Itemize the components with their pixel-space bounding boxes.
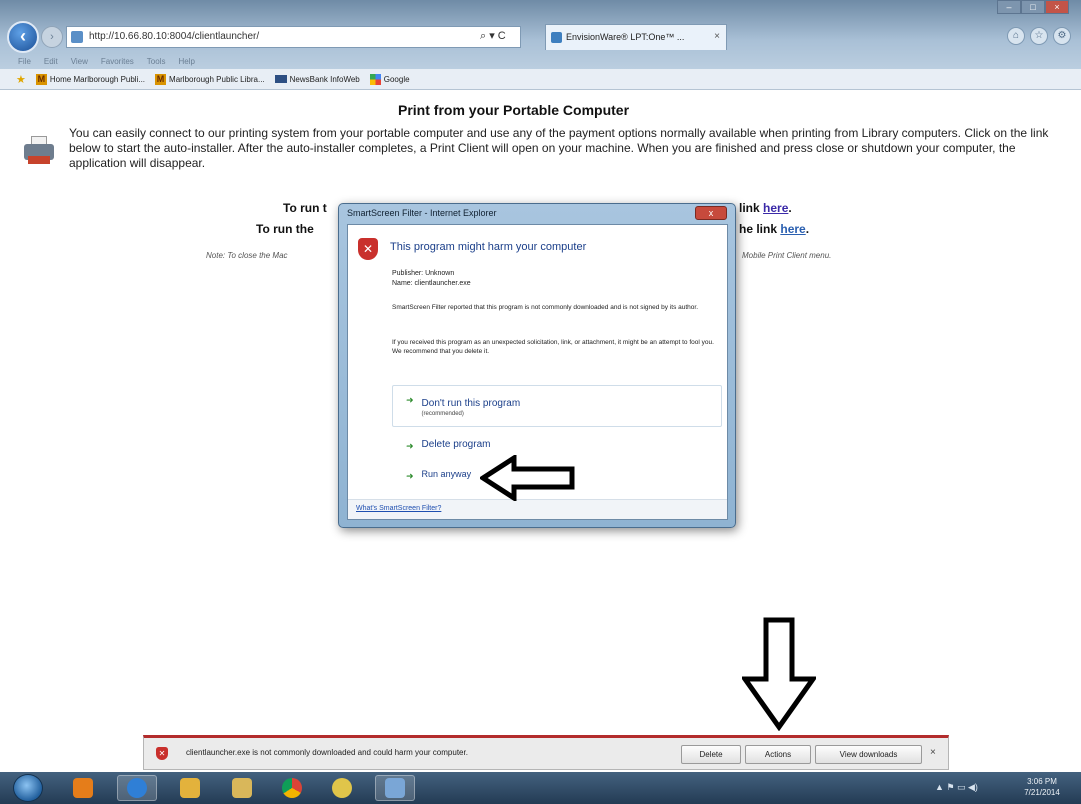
clock-time: 3:06 PM xyxy=(1027,777,1057,786)
dialog-footer: What's SmartScreen Filter? xyxy=(348,499,727,519)
tab-close-icon[interactable]: × xyxy=(714,25,720,49)
taskbar: ▲ ⚑ ▭ ◀) 3:06 PM 7/21/2014 xyxy=(0,772,1081,804)
back-button[interactable]: ‹ xyxy=(7,21,39,53)
internet-explorer-icon[interactable] xyxy=(117,775,157,801)
program-name-text: Name: clientlauncher.exe xyxy=(392,280,471,287)
m-logo-icon: M xyxy=(155,73,167,85)
recommended-label: (recommended) xyxy=(421,411,464,417)
browser-tab[interactable]: EnvisionWare® LPT:One™ ... × xyxy=(545,24,727,50)
home-icon[interactable]: ⌂ xyxy=(1007,27,1025,45)
dialog-title: SmartScreen Filter - Internet Explorer xyxy=(347,208,497,218)
green-arrow-icon: ➜ xyxy=(406,471,414,481)
minimize-button[interactable]: – xyxy=(997,0,1021,14)
outlook-icon[interactable] xyxy=(170,775,210,801)
dont-run-option[interactable]: ➜ Don't run this program (recommended) xyxy=(406,393,520,417)
browser-toolbar-icons: ⌂ ☆ ⚙ xyxy=(1007,27,1071,45)
notification-text: clientlauncher.exe is not commonly downl… xyxy=(186,748,468,757)
maximize-button[interactable]: □ xyxy=(1021,0,1045,14)
favorites-bar: ★ M Home Marlborough Publi... M Marlboro… xyxy=(0,69,1081,90)
gear-icon[interactable]: ⚙ xyxy=(1053,27,1071,45)
dialog-close-button[interactable]: x xyxy=(695,206,727,220)
menu-bar: File Edit View Favorites Tools Help xyxy=(0,54,1081,69)
media-player-icon[interactable] xyxy=(63,775,103,801)
browser-chrome: – □ × ‹ › http://10.66.80.10:8004/client… xyxy=(0,0,1081,90)
whats-smartscreen-link[interactable]: What's SmartScreen Filter? xyxy=(356,505,441,512)
run-instruction-2-end: he link here. xyxy=(739,222,810,236)
menu-view[interactable]: View xyxy=(71,54,88,69)
favorite-link[interactable]: NewsBank InfoWeb xyxy=(274,74,360,84)
favorite-label: Marlborough Public Libra... xyxy=(169,74,265,84)
menu-file[interactable]: File xyxy=(18,54,31,69)
publisher-text: Publisher: Unknown xyxy=(392,270,455,277)
newsbank-icon xyxy=(274,75,287,83)
tab-favicon-icon xyxy=(551,32,562,43)
favorite-link[interactable]: M Marlborough Public Libra... xyxy=(155,73,265,85)
delete-program-label: Delete program xyxy=(421,439,491,450)
start-button[interactable] xyxy=(13,774,43,802)
dont-run-label: Don't run this program xyxy=(421,398,521,409)
annotation-arrow-down-icon xyxy=(742,617,816,731)
printer-icon xyxy=(24,136,54,164)
favorite-label: Google xyxy=(383,74,410,84)
delete-program-option[interactable]: ➜ Delete program xyxy=(406,439,490,452)
menu-help[interactable]: Help xyxy=(178,54,194,69)
download-notification-bar: ✕ clientlauncher.exe is not commonly dow… xyxy=(143,735,949,770)
annotation-arrow-left-icon xyxy=(480,455,575,501)
here-link-1[interactable]: here xyxy=(763,201,788,215)
tab-title: EnvisionWare® LPT:One™ ... xyxy=(566,32,685,42)
favorite-link[interactable]: Google xyxy=(369,73,410,85)
run-anyway-label: Run anyway xyxy=(421,469,472,479)
actions-button[interactable]: Actions xyxy=(745,745,811,764)
note-text-left: Note: To close the Mac xyxy=(206,251,288,260)
address-text: http://10.66.80.10:8004/clientlauncher/ xyxy=(89,31,260,42)
run-instruction-1-end: link here. xyxy=(739,201,792,215)
window-close-button[interactable]: × xyxy=(1045,0,1069,14)
file-explorer-icon[interactable] xyxy=(222,775,262,801)
menu-tools[interactable]: Tools xyxy=(147,54,166,69)
chrome-icon[interactable] xyxy=(272,775,312,801)
favorites-star-icon[interactable]: ★ xyxy=(16,73,26,86)
menu-favorites[interactable]: Favorites xyxy=(101,54,134,69)
dialog-paragraph-2: If you received this program as an unexp… xyxy=(392,339,714,355)
menu-edit[interactable]: Edit xyxy=(44,54,58,69)
system-tray[interactable]: ▲ ⚑ ▭ ◀) xyxy=(935,782,978,793)
favorite-link[interactable]: M Home Marlborough Publi... xyxy=(35,73,146,85)
page-icon xyxy=(71,31,83,43)
green-arrow-icon: ➜ xyxy=(406,395,414,405)
delete-button[interactable]: Delete xyxy=(681,745,741,764)
here-link-2[interactable]: here xyxy=(780,222,805,236)
clock[interactable]: 3:06 PM 7/21/2014 xyxy=(1016,776,1068,798)
address-tools[interactable]: ⌕ ▾ C xyxy=(480,26,506,48)
m-logo-icon: M xyxy=(35,73,47,85)
warning-shield-icon: ✕ xyxy=(156,747,168,760)
favorites-star-icon[interactable]: ☆ xyxy=(1030,27,1048,45)
note-text-right: Mobile Print Client menu. xyxy=(742,251,832,260)
dialog-paragraph-1: SmartScreen Filter reported that this pr… xyxy=(392,304,699,311)
clock-date: 7/21/2014 xyxy=(1024,788,1060,797)
forward-button[interactable]: › xyxy=(41,26,63,48)
window-controls: – □ × xyxy=(997,0,1069,14)
run-instruction-2: To run the xyxy=(256,222,314,236)
notification-close-icon[interactable]: × xyxy=(930,747,936,758)
run-anyway-option[interactable]: ➜ Run anyway xyxy=(406,469,471,482)
publisher-info: Publisher: Unknown Name: clientlauncher.… xyxy=(392,269,471,289)
window-app-icon[interactable] xyxy=(375,775,415,801)
favorite-label: NewsBank InfoWeb xyxy=(289,74,360,84)
intro-text: You can easily connect to our printing s… xyxy=(69,126,1049,170)
google-icon xyxy=(369,73,381,85)
address-bar[interactable]: http://10.66.80.10:8004/clientlauncher/ xyxy=(66,26,521,48)
view-downloads-button[interactable]: View downloads xyxy=(815,745,922,764)
dialog-heading: This program might harm your computer xyxy=(390,241,587,253)
warning-shield-icon: ✕ xyxy=(358,238,378,260)
page-title: Print from your Portable Computer xyxy=(398,102,630,118)
run-instruction-1: To run t xyxy=(283,201,327,215)
favorite-label: Home Marlborough Publi... xyxy=(49,74,146,84)
app-icon[interactable] xyxy=(322,775,362,801)
green-arrow-icon: ➜ xyxy=(406,441,414,451)
